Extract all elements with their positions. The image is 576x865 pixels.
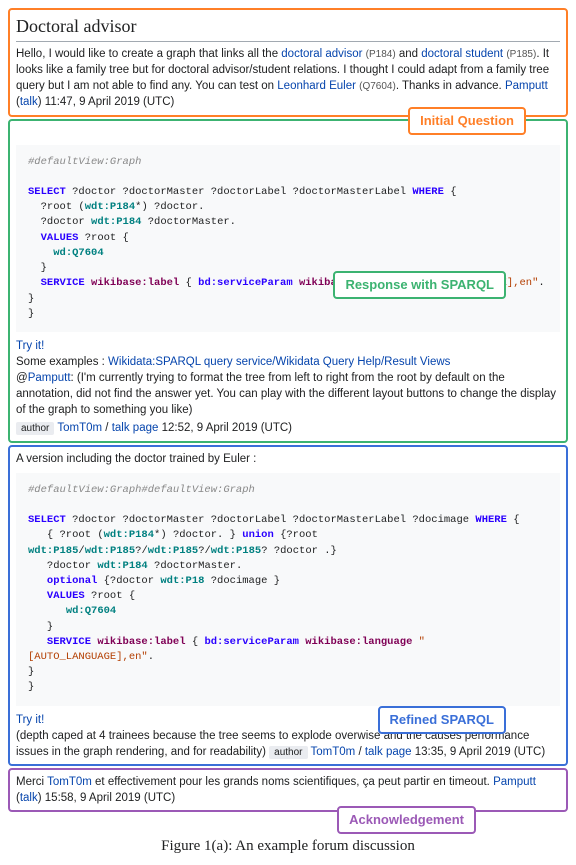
refined-sparql-box: A version including the doctor trained b… xyxy=(8,445,568,766)
response-sparql-box: #defaultView:Graph SELECT ?doctor ?docto… xyxy=(8,119,568,443)
link-euler[interactable]: Leonhard Euler xyxy=(277,80,356,92)
link-doctoral-student[interactable]: doctoral student xyxy=(421,48,503,60)
try-it-1[interactable]: Try it! xyxy=(16,340,44,352)
page-link[interactable]: page xyxy=(133,422,159,434)
section-heading: Doctoral advisor xyxy=(16,14,560,42)
ack-user2[interactable]: Pamputt xyxy=(493,776,536,788)
page-link-2[interactable]: page xyxy=(386,746,412,758)
refined-intro: A version including the doctor trained b… xyxy=(16,451,560,467)
link-doctoral-advisor[interactable]: doctoral advisor xyxy=(281,48,362,60)
examples-link[interactable]: Wikidata:SPARQL query service/Wikidata Q… xyxy=(108,356,450,368)
label-response-sparql: Response with SPARQL xyxy=(333,271,506,299)
ack-talk[interactable]: talk xyxy=(20,792,38,804)
sparql-code-1: #defaultView:Graph SELECT ?doctor ?docto… xyxy=(16,145,560,332)
initial-question-box: Doctoral advisor Hello, I would like to … xyxy=(8,8,568,117)
question-body: Hello, I would like to create a graph th… xyxy=(16,46,560,110)
author-badge-2: author xyxy=(269,746,307,759)
author-badge: author xyxy=(16,422,54,435)
acknowledgement-box: Merci TomT0m et effectivement pour les g… xyxy=(8,768,568,812)
label-acknowledgement: Acknowledgement xyxy=(337,806,476,834)
label-refined-sparql: Refined SPARQL xyxy=(378,706,507,734)
sig-user[interactable]: Pamputt xyxy=(505,80,548,92)
author-link[interactable]: TomT0m xyxy=(57,422,102,434)
figure-caption: Figure 1(a): An example forum discussion xyxy=(8,836,568,857)
sparql-code-2: #defaultView:Graph#defaultView:Graph SEL… xyxy=(16,473,560,706)
try-it-2[interactable]: Try it! xyxy=(16,714,44,726)
label-initial-question: Initial Question xyxy=(408,107,526,135)
sig-talk[interactable]: talk xyxy=(20,96,38,108)
talk-link[interactable]: talk xyxy=(112,422,130,434)
author-link-2[interactable]: TomT0m xyxy=(311,746,356,758)
talk-link-2[interactable]: talk xyxy=(365,746,383,758)
mention-user[interactable]: Pamputt xyxy=(28,372,71,384)
ack-user1[interactable]: TomT0m xyxy=(47,776,92,788)
